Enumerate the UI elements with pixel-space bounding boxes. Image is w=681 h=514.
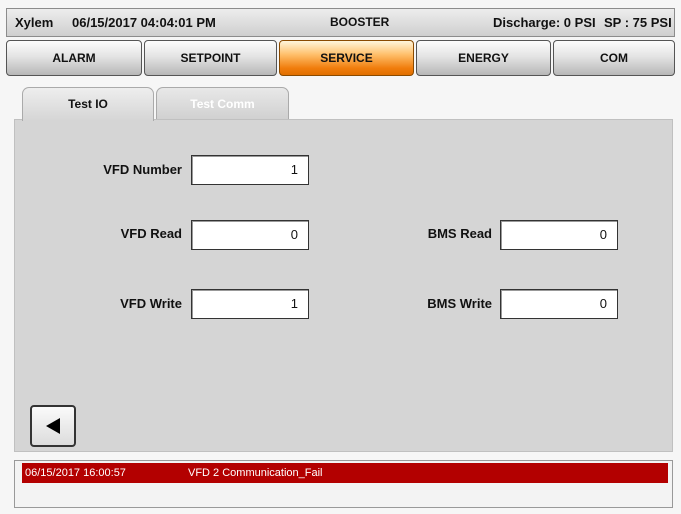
vfd-read-label: VFD Read — [120, 226, 182, 241]
bms-read-label: BMS Read — [427, 226, 492, 241]
tab-energy[interactable]: ENERGY — [416, 40, 551, 76]
tab-service[interactable]: SERVICE — [279, 40, 414, 76]
vfd-read-field[interactable]: 0 — [191, 220, 309, 250]
mode-label: BOOSTER — [330, 15, 390, 29]
vfd-number-field[interactable]: 1 — [191, 155, 309, 185]
brand-label: Xylem — [15, 15, 54, 30]
setpoint-pressure: SP : 75 PSI — [604, 15, 672, 30]
bms-read-field[interactable]: 0 — [500, 220, 618, 250]
vfd-number-label: VFD Number — [103, 162, 182, 177]
alarm-banner: 06/15/2017 16:00:57 VFD 2 Communication_… — [14, 460, 673, 508]
datetime-label: 06/15/2017 04:04:01 PM — [72, 15, 216, 30]
back-arrow-icon — [46, 418, 60, 434]
vfd-write-label: VFD Write — [120, 296, 182, 311]
alarm-message: VFD 2 Communication_Fail — [188, 467, 323, 479]
tab-com[interactable]: COM — [553, 40, 675, 76]
vfd-write-field[interactable]: 1 — [191, 289, 309, 319]
bms-write-label: BMS Write — [427, 296, 492, 311]
subtab-test-io[interactable]: Test IO — [22, 87, 154, 121]
bms-write-field[interactable]: 0 — [500, 289, 618, 319]
subtab-test-comm[interactable]: Test Comm — [156, 87, 289, 121]
alarm-timestamp: 06/15/2017 16:00:57 — [25, 467, 126, 479]
discharge-pressure: Discharge: 0 PSI — [493, 15, 596, 30]
hmi-screen: Xylem 06/15/2017 04:04:01 PM BOOSTER Dis… — [0, 0, 681, 514]
tab-setpoint[interactable]: SETPOINT — [144, 40, 277, 76]
status-header: Xylem 06/15/2017 04:04:01 PM BOOSTER Dis… — [6, 8, 675, 37]
tab-alarm[interactable]: ALARM — [6, 40, 142, 76]
active-alarm-row[interactable]: 06/15/2017 16:00:57 VFD 2 Communication_… — [22, 463, 668, 483]
back-button[interactable] — [30, 405, 76, 447]
main-nav: ALARM SETPOINT SERVICE ENERGY COM — [6, 40, 675, 76]
